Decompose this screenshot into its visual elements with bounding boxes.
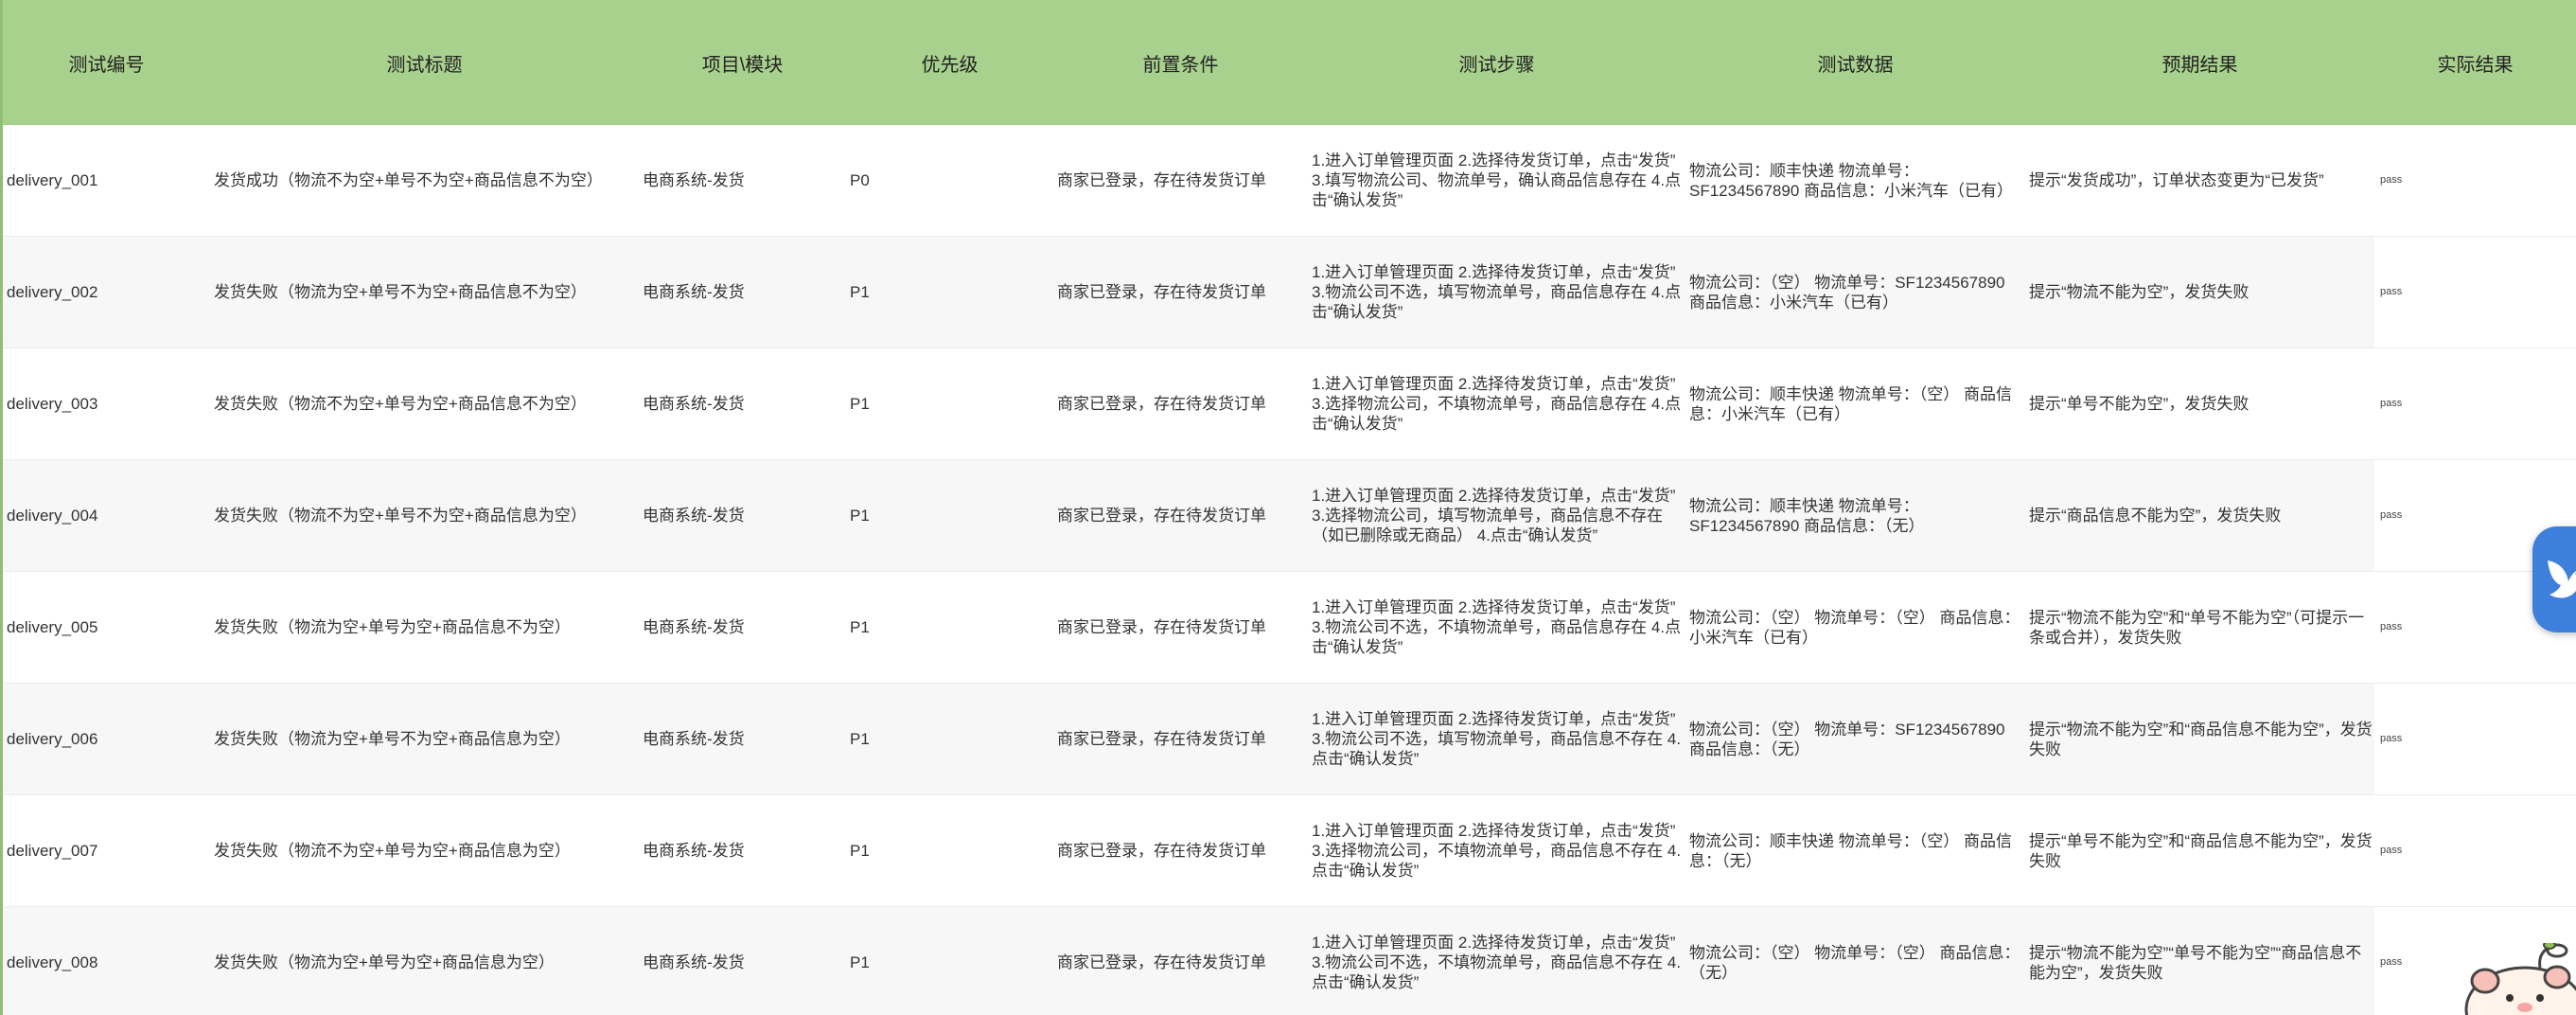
expected-result-cell[interactable]: 提示“物流不能为空”和“单号不能为空”（可提示一条或合并），发货失败 [2025,571,2374,684]
precondition-cell[interactable]: 商家已登录，存在待发货订单 [1053,571,1308,684]
expected-result-cell[interactable]: 提示“商品信息不能为空”，发货失败 [2025,459,2374,572]
bird-icon [2548,561,2576,598]
test-id-cell[interactable]: delivery_004 [3,459,210,572]
module-cell[interactable]: 电商系统-发货 [639,571,846,684]
test-steps-cell[interactable]: 1.进入订单管理页面 2.选择待发货订单，点击“发货” 3.物流公司不选，填写物… [1308,683,1685,795]
test-title-cell[interactable]: 发货失败（物流为空+单号不为空+商品信息为空） [210,683,639,795]
test-id-cell[interactable]: delivery_003 [3,347,210,460]
test-steps-cell[interactable]: 1.进入订单管理页面 2.选择待发货订单，点击“发货” 3.填写物流公司、物流单… [1308,125,1685,237]
column-header[interactable]: 前置条件 [1053,0,1308,125]
precondition-cell[interactable]: 商家已登录，存在待发货订单 [1053,125,1308,237]
expected-result-cell[interactable]: 提示“物流不能为空”“单号不能为空”“商品信息不能为空”，发货失败 [2025,906,2374,1015]
test-title-cell[interactable]: 发货失败（物流不为空+单号为空+商品信息为空） [210,794,639,907]
test-steps-cell[interactable]: 1.进入订单管理页面 2.选择待发货订单，点击“发货” 3.物流公司不选，不填物… [1308,906,1685,1015]
test-title-cell[interactable]: 发货失败（物流为空+单号不为空+商品信息不为空） [210,236,639,348]
actual-result-cell[interactable]: pass [2374,794,2576,907]
expected-result-cell[interactable]: 提示“单号不能为空”，发货失败 [2025,347,2374,460]
table-row: delivery_002 发货失败（物流为空+单号不为空+商品信息不为空） 电商系统… [3,236,2576,348]
test-steps-cell[interactable]: 1.进入订单管理页面 2.选择待发货订单，点击“发货” 3.选择物流公司，填写物… [1308,459,1685,572]
test-title-cell[interactable]: 发货成功（物流不为空+单号不为空+商品信息不为空） [210,125,639,237]
actual-result-cell[interactable]: pass [2374,236,2576,348]
expected-result-cell[interactable]: 提示“单号不能为空”和“商品信息不能为空”，发货失败 [2025,794,2374,907]
test-id-cell[interactable]: delivery_007 [3,794,210,907]
priority-cell[interactable]: P1 [846,906,1053,1015]
priority-cell[interactable]: P1 [846,459,1053,572]
test-id-cell[interactable]: delivery_008 [3,906,210,1015]
test-title-cell[interactable]: 发货失败（物流为空+单号为空+商品信息不为空） [210,571,639,684]
test-title-cell[interactable]: 发货失败（物流不为空+单号为空+商品信息不为空） [210,347,639,460]
priority-cell[interactable]: P1 [846,236,1053,348]
module-cell[interactable]: 电商系统-发货 [639,683,846,795]
column-header[interactable]: 优先级 [846,0,1053,125]
test-data-cell[interactable]: 物流公司：顺丰快递 物流单号：SF1234567890 商品信息：小米汽车（已有… [1685,125,2025,237]
test-id-cell[interactable]: delivery_002 [3,236,210,348]
test-steps-cell[interactable]: 1.进入订单管理页面 2.选择待发货订单，点击“发货” 3.物流公司不选，不填物… [1308,571,1685,684]
test-id-cell[interactable]: delivery_005 [3,571,210,684]
table-body: delivery_001 发货成功（物流不为空+单号不为空+商品信息不为空） 电商系… [3,125,2576,1015]
module-cell[interactable]: 电商系统-发货 [639,125,846,237]
expected-result-cell[interactable]: 提示“物流不能为空”和“商品信息不能为空”，发货失败 [2025,683,2374,795]
precondition-cell[interactable]: 商家已登录，存在待发货订单 [1053,347,1308,460]
precondition-cell[interactable]: 商家已登录，存在待发货订单 [1053,236,1308,348]
test-steps-cell[interactable]: 1.进入订单管理页面 2.选择待发货订单，点击“发货” 3.物流公司不选，填写物… [1308,236,1685,348]
table-row: delivery_005 发货失败（物流为空+单号为空+商品信息不为空） 电商系统-… [3,571,2576,684]
test-data-cell[interactable]: 物流公司：顺丰快递 物流单号：（空） 商品信息：（无） [1685,794,2025,907]
test-title-cell[interactable]: 发货失败（物流为空+单号为空+商品信息为空） [210,906,639,1015]
expected-result-cell[interactable]: 提示“物流不能为空”，发货失败 [2025,236,2374,348]
table-row: delivery_006 发货失败（物流为空+单号不为空+商品信息为空） 电商系统-… [3,683,2576,795]
priority-cell[interactable]: P1 [846,571,1053,684]
module-cell[interactable]: 电商系统-发货 [639,347,846,460]
column-header[interactable]: 实际结果 [2374,0,2576,125]
priority-cell[interactable]: P1 [846,347,1053,460]
test-steps-cell[interactable]: 1.进入订单管理页面 2.选择待发货订单，点击“发货” 3.选择物流公司，不填物… [1308,347,1685,460]
column-header[interactable]: 项目\模块 [639,0,846,125]
column-header[interactable]: 预期结果 [2025,0,2374,125]
actual-result-cell[interactable]: pass [2374,125,2576,237]
precondition-cell[interactable]: 商家已登录，存在待发货订单 [1053,683,1308,795]
test-data-cell[interactable]: 物流公司：（空） 物流单号：（空） 商品信息：小米汽车（已有） [1685,571,2025,684]
actual-result-cell[interactable]: pass [2374,347,2576,460]
column-header[interactable]: 测试数据 [1685,0,2025,125]
test-data-cell[interactable]: 物流公司：（空） 物流单号：（空） 商品信息：（无） [1685,906,2025,1015]
test-id-cell[interactable]: delivery_006 [3,683,210,795]
module-cell[interactable]: 电商系统-发货 [639,236,846,348]
test-id-cell[interactable]: delivery_001 [3,125,210,237]
expected-result-cell[interactable]: 提示“发货成功”，订单状态变更为“已发货” [2025,125,2374,237]
table-row: delivery_007 发货失败（物流不为空+单号为空+商品信息为空） 电商系统-… [3,794,2576,907]
module-cell[interactable]: 电商系统-发货 [639,794,846,907]
priority-cell[interactable]: P1 [846,794,1053,907]
priority-cell[interactable]: P0 [846,125,1053,237]
precondition-cell[interactable]: 商家已登录，存在待发货订单 [1053,906,1308,1015]
column-header[interactable]: 测试步骤 [1308,0,1685,125]
module-cell[interactable]: 电商系统-发货 [639,906,846,1015]
table-row: delivery_003 发货失败（物流不为空+单号为空+商品信息不为空） 电商系统… [3,347,2576,460]
mascot-icon[interactable] [2457,940,2576,1015]
precondition-cell[interactable]: 商家已登录，存在待发货订单 [1053,794,1308,907]
module-cell[interactable]: 电商系统-发货 [639,459,846,572]
test-data-cell[interactable]: 物流公司：顺丰快递 物流单号：（空） 商品信息：小米汽车（已有） [1685,347,2025,460]
spreadsheet-view: 测试编号 测试标题 项目\模块 优先级 前置条件 测试步骤 测试数据 预期结果 实际结果 del… [0,0,2576,1015]
column-header[interactable]: 测试编号 [3,0,210,125]
test-title-cell[interactable]: 发货失败（物流不为空+单号不为空+商品信息为空） [210,459,639,572]
test-data-cell[interactable]: 物流公司：（空） 物流单号：SF1234567890 商品信息：（无） [1685,683,2025,795]
table-row: delivery_001 发货成功（物流不为空+单号不为空+商品信息不为空） 电商系… [3,125,2576,237]
header-row: 测试编号 测试标题 项目\模块 优先级 前置条件 测试步骤 测试数据 预期结果 实际结果 [3,0,2576,125]
precondition-cell[interactable]: 商家已登录，存在待发货订单 [1053,459,1308,572]
test-data-cell[interactable]: 物流公司：（空） 物流单号：SF1234567890 商品信息：小米汽车（已有） [1685,236,2025,348]
test-case-table: 测试编号 测试标题 项目\模块 优先级 前置条件 测试步骤 测试数据 预期结果 实际结果 del… [3,0,2576,1015]
test-data-cell[interactable]: 物流公司：顺丰快递 物流单号：SF1234567890 商品信息：（无） [1685,459,2025,572]
test-steps-cell[interactable]: 1.进入订单管理页面 2.选择待发货订单，点击“发货” 3.选择物流公司，不填物… [1308,794,1685,907]
priority-cell[interactable]: P1 [846,683,1053,795]
column-header[interactable]: 测试标题 [210,0,639,125]
table-row: delivery_004 发货失败（物流不为空+单号不为空+商品信息为空） 电商系统… [3,459,2576,572]
actual-result-cell[interactable]: pass [2374,683,2576,795]
table-row: delivery_008 发货失败（物流为空+单号为空+商品信息为空） 电商系统-发… [3,906,2576,1015]
floating-assistant-button[interactable] [2532,526,2576,632]
